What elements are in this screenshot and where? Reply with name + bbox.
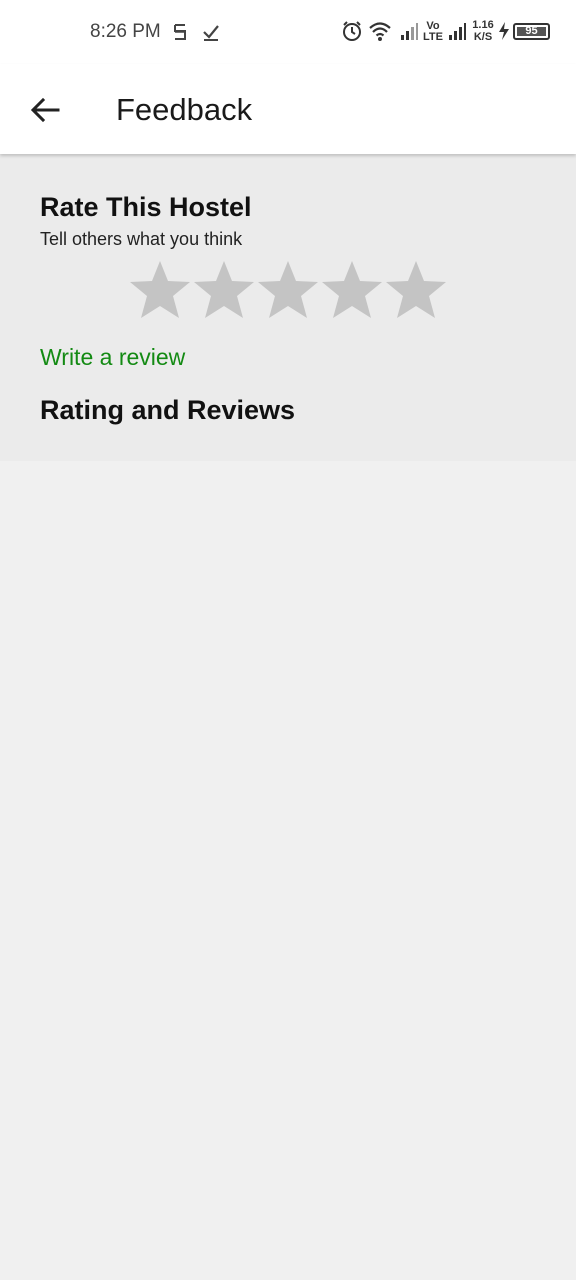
network-type-label: Vo LTE bbox=[423, 20, 443, 43]
page-title: Feedback bbox=[116, 92, 253, 127]
app-bar: Feedback bbox=[0, 64, 576, 154]
star-icon[interactable] bbox=[384, 259, 448, 323]
signal-2-icon bbox=[449, 23, 466, 40]
rate-hostel-section: Rate This Hostel Tell others what you th… bbox=[0, 154, 576, 461]
star-icon[interactable] bbox=[320, 259, 384, 323]
star-icon[interactable] bbox=[128, 259, 192, 323]
back-button[interactable] bbox=[26, 91, 64, 129]
alarm-icon bbox=[343, 21, 361, 41]
star-icon[interactable] bbox=[256, 259, 320, 323]
star-rating[interactable] bbox=[128, 259, 450, 323]
notification-s-icon bbox=[174, 24, 186, 40]
status-time: 8:26 PM bbox=[90, 21, 161, 42]
write-review-link[interactable]: Write a review bbox=[40, 344, 185, 371]
rate-subtitle: Tell others what you think bbox=[40, 229, 243, 249]
rate-title: Rate This Hostel bbox=[40, 192, 252, 222]
battery-indicator: 95 bbox=[513, 23, 550, 40]
download-done-icon bbox=[203, 25, 219, 41]
arrow-left-icon bbox=[30, 97, 60, 123]
wifi-icon bbox=[369, 22, 391, 41]
status-bar: 8:26 PM Vo LTE 1.16 K/S 95 bbox=[0, 0, 576, 64]
charging-icon bbox=[499, 22, 509, 40]
reviews-heading: Rating and Reviews bbox=[40, 395, 296, 425]
battery-level: 95 bbox=[525, 25, 538, 37]
star-icon[interactable] bbox=[192, 259, 256, 323]
net-speed-unit: K/S bbox=[473, 31, 493, 43]
net-speed-value: 1.16 bbox=[472, 19, 494, 31]
signal-1-icon bbox=[401, 23, 418, 40]
